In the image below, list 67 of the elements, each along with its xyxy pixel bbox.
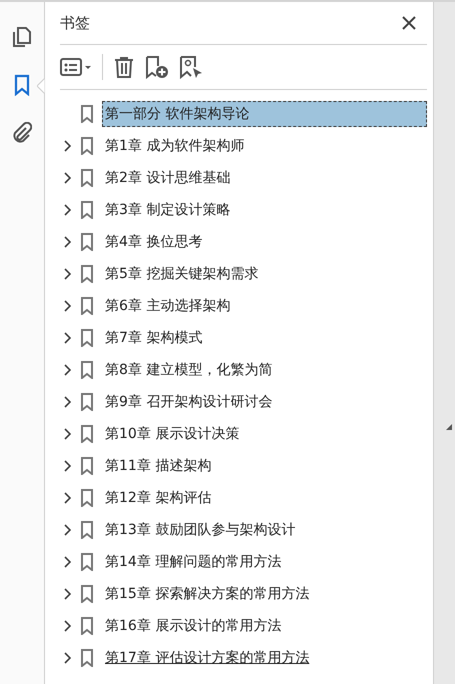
pages-icon	[12, 26, 32, 48]
bookmark-label[interactable]: 第7章 架构模式	[102, 325, 206, 351]
bookmark-icon	[80, 137, 94, 155]
bookmark-icon	[80, 425, 94, 443]
panel-title: 书签	[60, 14, 90, 32]
expand-icon[interactable]	[64, 428, 72, 440]
bookmark-label[interactable]: 第14章 理解问题的常用方法	[102, 549, 284, 575]
bookmark-icon	[14, 74, 30, 96]
bookmark-label[interactable]: 第17章 评估设计方案的常用方法	[102, 645, 312, 671]
bookmark-label[interactable]: 第3章 制定设计策略	[102, 197, 234, 223]
bookmark-label[interactable]: 第8章 建立模型，化繁为简	[102, 357, 276, 383]
new-bookmark-button[interactable]	[145, 55, 169, 79]
expand-icon[interactable]	[64, 620, 72, 632]
expand-icon[interactable]	[64, 396, 72, 408]
bookmark-label[interactable]: 第2章 设计思维基础	[102, 165, 234, 191]
bookmark-label[interactable]: 第6章 主动选择架构	[102, 293, 234, 319]
expand-icon[interactable]	[64, 652, 72, 664]
bookmark-label[interactable]: 第1章 成为软件架构师	[102, 133, 248, 159]
bookmark-icon	[80, 105, 94, 123]
bookmark-icon	[80, 585, 94, 603]
bookmark-label[interactable]: 第13章 鼓励团队参与架构设计	[102, 517, 298, 543]
bookmark-label[interactable]: 第一部分 软件架构导论	[102, 101, 427, 127]
bookmark-icon	[80, 297, 94, 315]
expand-icon[interactable]	[64, 460, 72, 472]
bookmark-icon	[80, 201, 94, 219]
bookmark-plus-icon	[145, 55, 169, 79]
bookmark-icon	[80, 489, 94, 507]
expand-icon[interactable]	[64, 140, 72, 152]
close-icon	[402, 16, 416, 30]
expand-icon[interactable]	[64, 204, 72, 216]
expand-icon[interactable]	[64, 588, 72, 600]
bookmark-label[interactable]: 第12章 架构评估	[102, 485, 214, 511]
bookmark-label[interactable]: 第9章 召开架构设计研讨会	[102, 389, 276, 415]
list-icon	[60, 57, 92, 77]
expand-icon[interactable]	[64, 556, 72, 568]
expand-icon[interactable]	[64, 268, 72, 280]
expand-icon[interactable]	[64, 332, 72, 344]
bookmark-label[interactable]: 第10章 展示设计决策	[102, 421, 242, 447]
bookmark-label[interactable]: 第11章 描述架构	[102, 453, 214, 479]
bookmark-icon	[80, 617, 94, 635]
bookmark-icon	[80, 457, 94, 475]
expand-icon[interactable]	[64, 172, 72, 184]
expand-icon[interactable]	[64, 492, 72, 504]
expand-icon[interactable]	[64, 524, 72, 536]
new-from-structure-button[interactable]	[179, 55, 203, 79]
bookmark-icon	[80, 329, 94, 347]
bookmark-icon	[80, 265, 94, 283]
expand-icon[interactable]	[64, 364, 72, 376]
bookmark-label[interactable]: 第5章 挖掘关键架构需求	[102, 261, 262, 287]
bookmark-cursor-icon	[179, 55, 203, 79]
paperclip-icon	[12, 122, 32, 144]
options-menu-button[interactable]	[60, 57, 92, 77]
bookmark-label[interactable]: 第4章 换位思考	[102, 229, 206, 255]
delete-button[interactable]	[113, 56, 135, 78]
bookmark-label[interactable]: 第15章 探索解决方案的常用方法	[102, 581, 312, 607]
expand-icon[interactable]	[64, 300, 72, 312]
trash-icon	[113, 56, 135, 78]
bookmark-icon	[80, 649, 94, 667]
bookmark-label[interactable]: 第16章 展示设计的常用方法	[102, 613, 284, 639]
expand-icon[interactable]	[64, 236, 72, 248]
bookmark-icon	[80, 553, 94, 571]
bookmark-icon	[80, 233, 94, 251]
bookmark-icon	[80, 169, 94, 187]
bookmark-icon	[80, 521, 94, 539]
bookmark-icon	[80, 361, 94, 379]
collapse-icon[interactable]	[446, 424, 452, 430]
bookmark-icon	[80, 393, 94, 411]
